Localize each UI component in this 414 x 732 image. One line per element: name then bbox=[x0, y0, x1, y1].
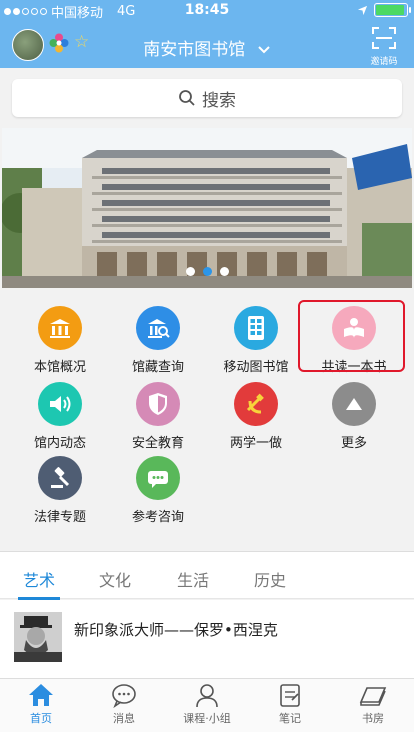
tab-history[interactable]: 历史 bbox=[254, 567, 286, 591]
feature-grid: 本馆概况 馆藏查询 移动图书馆 共读一本书 馆内动态 安全教育 两学一做 更多 … bbox=[0, 288, 414, 550]
scan-button[interactable]: 邀请码 bbox=[368, 27, 400, 67]
article-title: 新印象派大师——保罗•西涅克 bbox=[74, 621, 278, 639]
tab-culture[interactable]: 文化 bbox=[99, 567, 131, 591]
book-icon bbox=[359, 687, 387, 706]
tab-art[interactable]: 艺术 bbox=[23, 567, 55, 591]
feature-reference-consulting[interactable]: 参考咨询 bbox=[106, 456, 210, 528]
pager-dot-active[interactable] bbox=[202, 267, 212, 276]
banner-image bbox=[2, 128, 412, 288]
feature-label: 安全教育 bbox=[131, 436, 184, 451]
list-item[interactable]: 新印象派大师——保罗•西涅克 bbox=[0, 600, 414, 678]
shield-icon bbox=[136, 382, 180, 426]
feature-label: 本馆概况 bbox=[33, 360, 86, 375]
clock: 18:45 bbox=[184, 2, 230, 18]
nav-label: 课程·小组 bbox=[183, 712, 231, 725]
feature-label: 馆内动态 bbox=[33, 436, 86, 451]
feature-two-studies[interactable]: 两学一做 bbox=[204, 382, 308, 454]
nav-notes[interactable]: 笔记 bbox=[249, 682, 331, 726]
nav-study[interactable]: 书房 bbox=[332, 682, 414, 726]
feature-label: 法律专题 bbox=[33, 510, 86, 525]
message-icon bbox=[112, 684, 136, 708]
nav-label: 消息 bbox=[113, 712, 135, 725]
tab-life[interactable]: 生活 bbox=[177, 567, 209, 591]
chat-bubble-icon bbox=[136, 456, 180, 500]
nav-courses[interactable]: 课程·小组 bbox=[166, 682, 248, 726]
up-arrow-icon bbox=[332, 382, 376, 426]
feature-library-overview[interactable]: 本馆概况 bbox=[8, 306, 112, 378]
search-icon bbox=[179, 90, 195, 106]
feature-mobile-library[interactable]: 移动图书馆 bbox=[204, 306, 308, 378]
note-icon bbox=[280, 684, 300, 707]
feature-collection-search[interactable]: 馆藏查询 bbox=[106, 306, 210, 378]
feature-library-news[interactable]: 馆内动态 bbox=[8, 382, 112, 454]
feature-label: 移动图书馆 bbox=[223, 360, 289, 375]
feature-label: 两学一做 bbox=[229, 436, 282, 451]
party-emblem-icon bbox=[234, 382, 278, 426]
search-area: 搜索 bbox=[0, 68, 414, 126]
feature-safety-education[interactable]: 安全教育 bbox=[106, 382, 210, 454]
chevron-down-icon bbox=[257, 46, 270, 54]
home-icon bbox=[29, 684, 53, 706]
status-right bbox=[357, 3, 411, 17]
gavel-icon bbox=[38, 456, 82, 500]
feature-legal-topics[interactable]: 法律专题 bbox=[8, 456, 112, 528]
highlight-box bbox=[298, 300, 405, 372]
search-input[interactable]: 搜索 bbox=[12, 79, 402, 117]
scan-label: 邀请码 bbox=[370, 57, 398, 67]
speaker-icon bbox=[38, 382, 82, 426]
page-title: 南安市图书馆 bbox=[143, 40, 246, 60]
search-placeholder: 搜索 bbox=[202, 90, 236, 111]
category-tabs: 艺术 文化 生活 历史 bbox=[0, 551, 414, 600]
feature-more[interactable]: 更多 bbox=[302, 382, 406, 454]
banner-pager bbox=[2, 267, 412, 276]
feature-label: 参考咨询 bbox=[131, 510, 184, 525]
nav-label: 首页 bbox=[30, 712, 52, 725]
nav-label: 书房 bbox=[362, 712, 384, 725]
banner-carousel[interactable] bbox=[2, 128, 412, 288]
article-thumbnail bbox=[14, 612, 62, 662]
location-arrow-icon bbox=[357, 5, 368, 15]
feature-label: 馆藏查询 bbox=[131, 360, 184, 375]
search-building-icon bbox=[136, 306, 180, 350]
app-header: 中国移动 4G 18:45 ☆ 南安市图书馆 邀请码 bbox=[0, 0, 414, 68]
pager-dot[interactable] bbox=[219, 267, 229, 276]
mobile-library-icon bbox=[234, 306, 278, 350]
battery-icon bbox=[374, 3, 411, 17]
status-bar: 中国移动 4G 18:45 bbox=[0, 0, 414, 21]
pager-dot[interactable] bbox=[185, 267, 195, 276]
nav-label: 笔记 bbox=[279, 712, 301, 725]
feature-label: 更多 bbox=[340, 436, 367, 451]
nav-messages[interactable]: 消息 bbox=[83, 682, 165, 726]
person-icon bbox=[196, 684, 218, 708]
nav-home[interactable]: 首页 bbox=[0, 682, 82, 726]
scan-icon bbox=[372, 27, 396, 49]
library-selector[interactable]: 南安市图书馆 bbox=[0, 35, 414, 60]
library-building-icon bbox=[38, 306, 82, 350]
bottom-nav: 首页 消息 课程·小组 笔记 书房 bbox=[0, 678, 414, 732]
